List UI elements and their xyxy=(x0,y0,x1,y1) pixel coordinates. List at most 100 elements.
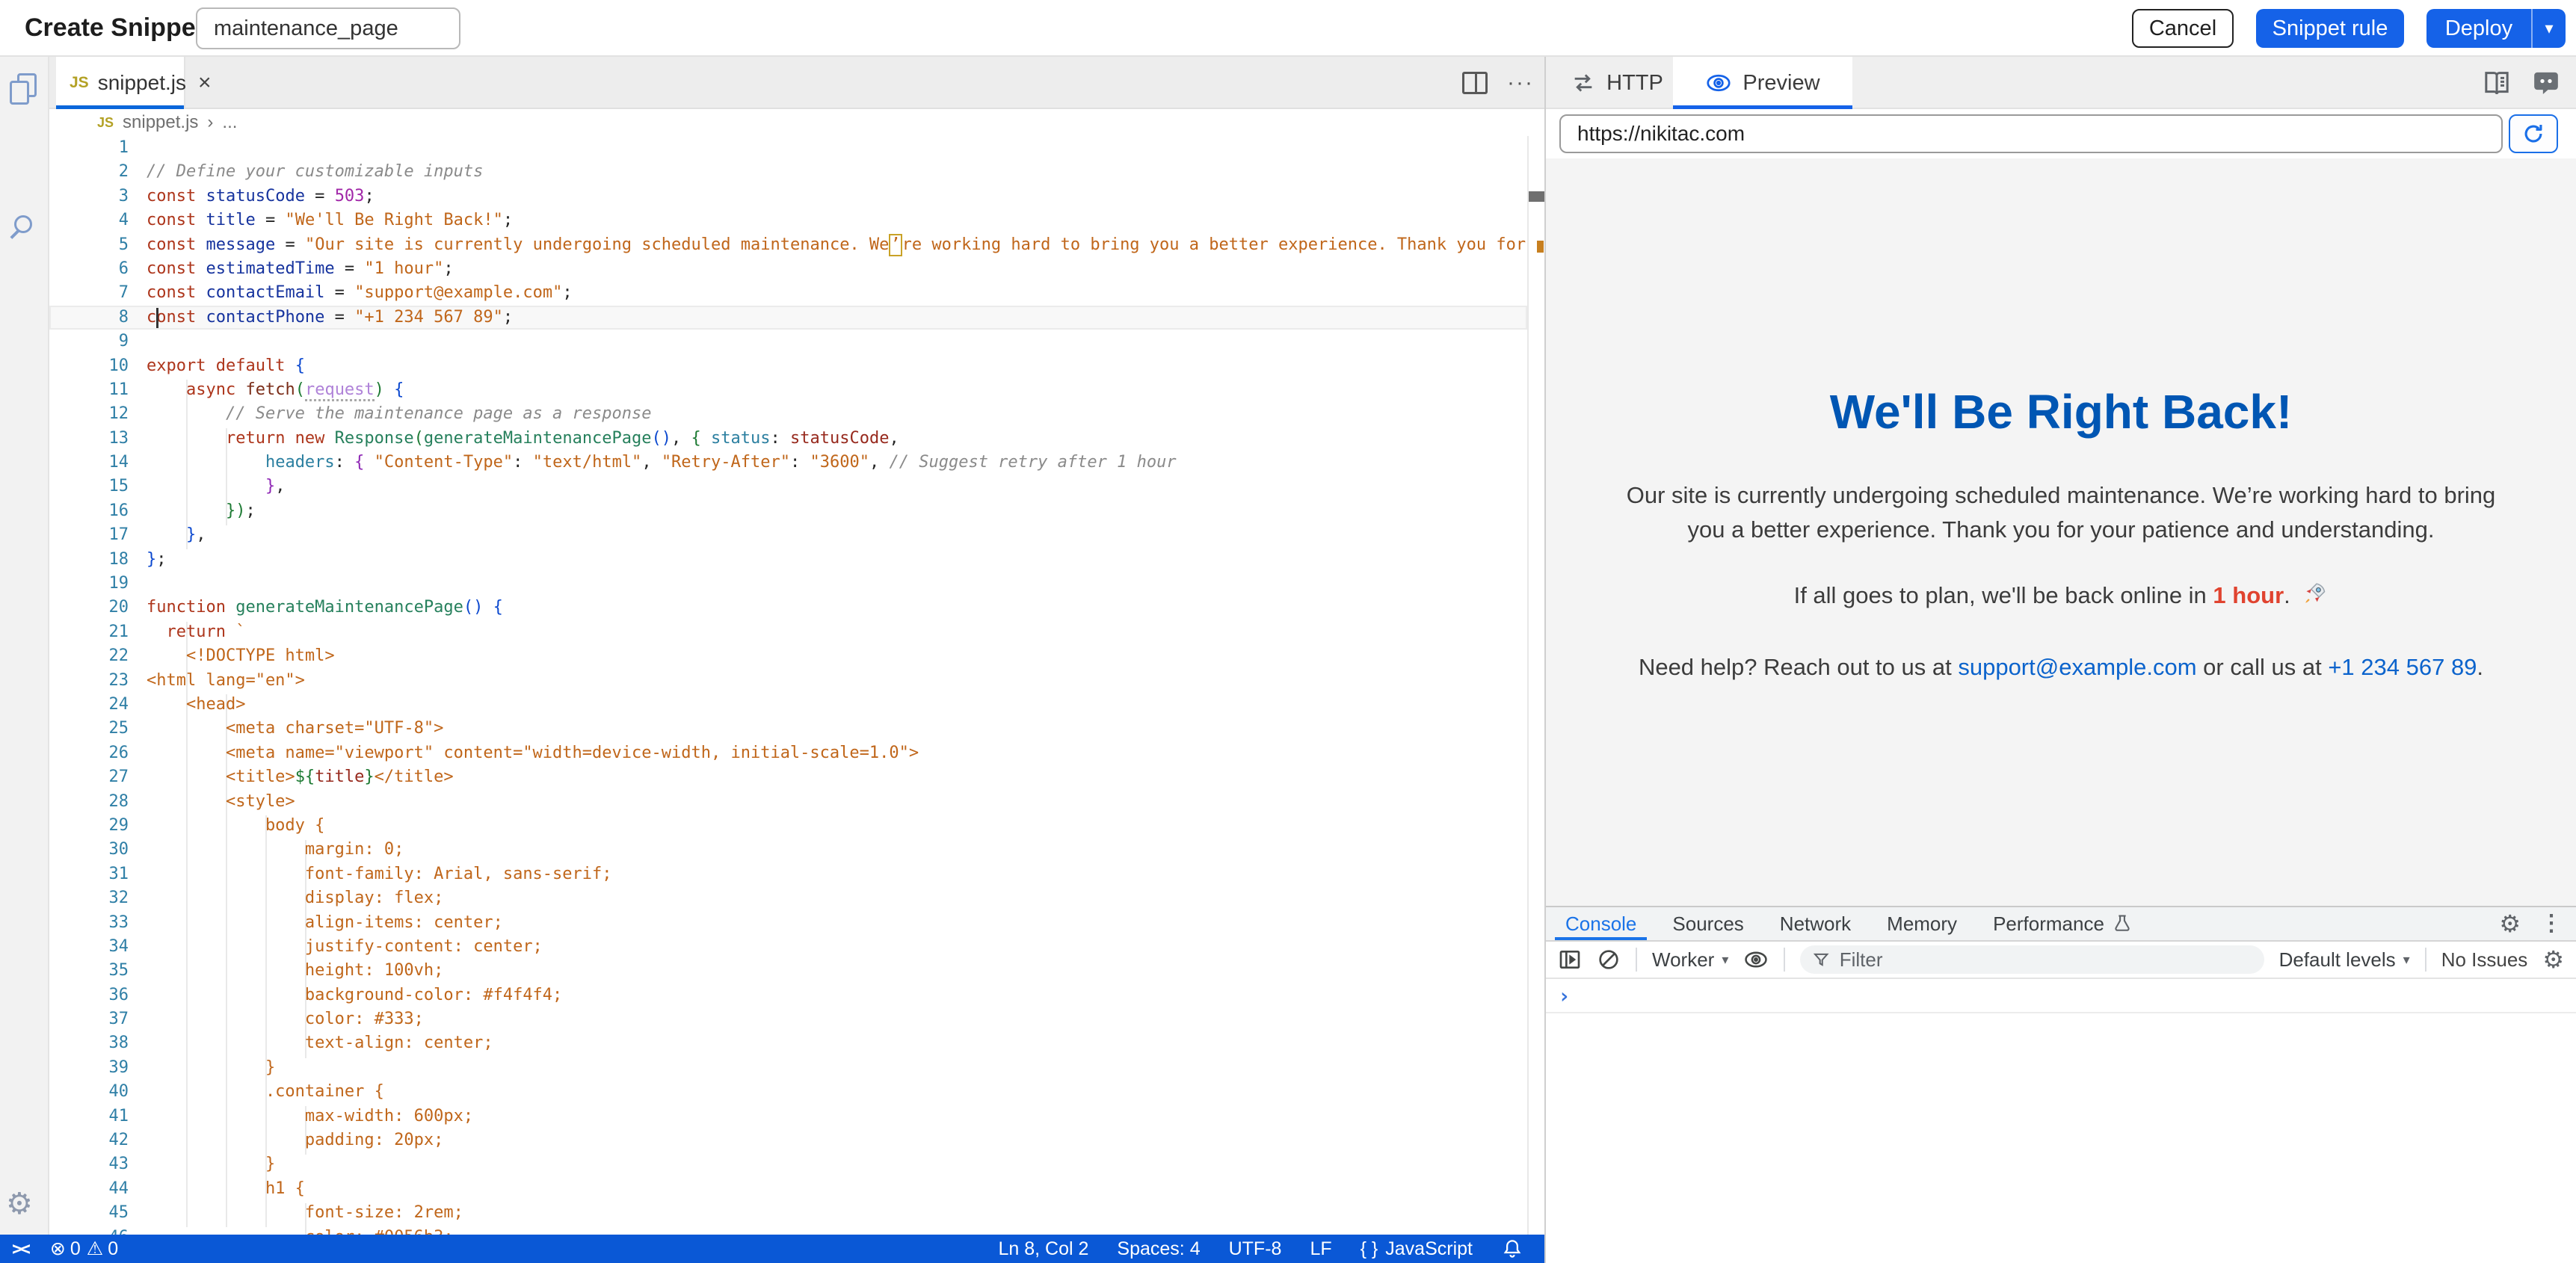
code-line[interactable]: 39 } xyxy=(49,1056,1527,1080)
more-actions-icon[interactable]: ··· xyxy=(1507,70,1534,96)
code-line[interactable]: 28 <style> xyxy=(49,790,1527,814)
code-line[interactable]: 42 padding: 20px; xyxy=(49,1128,1527,1152)
code-line[interactable]: 29 body { xyxy=(49,814,1527,838)
code-line[interactable]: 36 background-color: #f4f4f4; xyxy=(49,983,1527,1007)
notifications-bell-icon[interactable] xyxy=(1501,1238,1523,1260)
editor-scrollbar[interactable] xyxy=(1527,136,1544,1235)
code-line[interactable]: 24 <head> xyxy=(49,693,1527,717)
code-line[interactable]: 31 font-family: Arial, sans-serif; xyxy=(49,862,1527,886)
discord-chat-icon[interactable] xyxy=(2531,68,2561,98)
code-line[interactable]: 20function generateMaintenancePage() { xyxy=(49,596,1527,620)
split-editor-icon[interactable] xyxy=(1462,72,1488,94)
tab-http[interactable]: HTTP xyxy=(1561,57,1673,109)
devtools-settings-gear-icon[interactable]: ⚙ xyxy=(2499,912,2521,936)
code-line[interactable]: 17 }, xyxy=(49,523,1527,547)
code-line[interactable]: 11 async fetch(request) { xyxy=(49,378,1527,402)
close-tab-icon[interactable]: × xyxy=(198,72,212,94)
language-mode[interactable]: { } JavaScript xyxy=(1361,1238,1473,1260)
deploy-button[interactable]: Deploy xyxy=(2426,16,2531,41)
cursor-position[interactable]: Ln 8, Col 2 xyxy=(999,1238,1089,1260)
code-line[interactable]: 1 xyxy=(49,136,1527,160)
code-line[interactable]: 9 xyxy=(49,330,1527,353)
code-line[interactable]: 45 font-size: 2rem; xyxy=(49,1201,1527,1225)
code-line[interactable]: 35 height: 100vh; xyxy=(49,959,1527,983)
devtools-tab-sources[interactable]: Sources xyxy=(1654,907,1761,940)
console-filter[interactable] xyxy=(1800,945,2264,974)
encoding-setting[interactable]: UTF-8 xyxy=(1229,1238,1282,1260)
code-line[interactable]: 4const title = "We'll Be Right Back!"; xyxy=(49,209,1527,232)
console-prompt-chevron[interactable]: › xyxy=(1558,983,1571,1008)
code-line[interactable]: 12 // Serve the maintenance page as a re… xyxy=(49,402,1527,426)
code-editor[interactable]: 12// Define your customizable inputs3con… xyxy=(49,136,1527,1235)
problems-indicator[interactable]: ⊗0 ⚠0 xyxy=(50,1238,118,1260)
code-line[interactable]: 23<html lang="en"> xyxy=(49,669,1527,693)
console-settings-gear-icon[interactable]: ⚙ xyxy=(2542,948,2564,972)
breadcrumb[interactable]: JS snippet.js › ... xyxy=(49,109,1544,136)
settings-gear-icon[interactable]: ⚙ xyxy=(6,1187,33,1221)
deploy-split-button[interactable]: Deploy ▾ xyxy=(2426,9,2566,48)
code-line[interactable]: 37 color: #333; xyxy=(49,1007,1527,1031)
execution-context-selector[interactable]: Worker▾ xyxy=(1652,948,1728,972)
preview-url-bar xyxy=(1546,109,2576,158)
log-levels-dropdown[interactable]: Default levels▾ xyxy=(2279,948,2410,972)
issues-counter[interactable]: No Issues xyxy=(2441,948,2528,972)
code-line[interactable]: 8const contactPhone = "+1 234 567 89"; xyxy=(49,306,1527,330)
live-expression-eye-icon[interactable] xyxy=(1743,947,1769,972)
code-line[interactable]: 38 text-align: center; xyxy=(49,1031,1527,1055)
code-line[interactable]: 40 .container { xyxy=(49,1080,1527,1104)
code-line[interactable]: 13 return new Response(generateMaintenan… xyxy=(49,427,1527,451)
code-line[interactable]: 5const message = "Our site is currently … xyxy=(49,233,1527,257)
filter-input[interactable] xyxy=(1840,948,2252,972)
code-line[interactable]: 10export default { xyxy=(49,354,1527,378)
code-line[interactable]: 34 justify-content: center; xyxy=(49,935,1527,959)
code-line[interactable]: 21 return ` xyxy=(49,620,1527,644)
breadcrumb-more[interactable]: ... xyxy=(222,112,237,133)
tab-preview[interactable]: Preview xyxy=(1673,57,1852,109)
code-line[interactable]: 43 } xyxy=(49,1152,1527,1176)
code-line[interactable]: 46 color: #0056b3; xyxy=(49,1226,1527,1235)
code-line[interactable]: 22 <!DOCTYPE html> xyxy=(49,644,1527,668)
support-email-link[interactable]: support@example.com xyxy=(1958,654,2196,680)
docs-book-icon[interactable] xyxy=(2482,68,2512,98)
deploy-dropdown-button[interactable]: ▾ xyxy=(2531,9,2566,48)
code-line[interactable]: 32 display: flex; xyxy=(49,886,1527,910)
code-line[interactable]: 19 xyxy=(49,572,1527,596)
console-prompt-row[interactable]: › xyxy=(1546,979,2576,1013)
snippet-name-input[interactable] xyxy=(196,7,460,49)
refresh-button[interactable] xyxy=(2509,114,2558,153)
code-line[interactable]: 16 }); xyxy=(49,499,1527,523)
tab-snippet-js[interactable]: JS snippet.js × xyxy=(56,57,185,109)
code-line[interactable]: 44 h1 { xyxy=(49,1177,1527,1201)
eol-setting[interactable]: LF xyxy=(1310,1238,1331,1260)
console-sidebar-toggle-icon[interactable] xyxy=(1558,948,1582,972)
code-line[interactable]: 27 <title>${title}</title> xyxy=(49,765,1527,789)
code-line[interactable]: 15 }, xyxy=(49,475,1527,498)
code-line[interactable]: 41 max-width: 600px; xyxy=(49,1105,1527,1128)
url-input[interactable] xyxy=(1559,114,2503,153)
code-line[interactable]: 30 margin: 0; xyxy=(49,838,1527,862)
code-line[interactable]: 6const estimatedTime = "1 hour"; xyxy=(49,257,1527,281)
files-icon[interactable] xyxy=(10,73,40,106)
code-line[interactable]: 2// Define your customizable inputs xyxy=(49,160,1527,184)
code-line[interactable]: 25 <meta charset="UTF-8"> xyxy=(49,717,1527,741)
phone-link[interactable]: +1 234 567 89 xyxy=(2328,654,2477,680)
breadcrumb-file[interactable]: snippet.js xyxy=(123,112,198,133)
scrollbar-thumb[interactable] xyxy=(1529,191,1544,202)
devtools-tab-console[interactable]: Console xyxy=(1547,907,1654,940)
code-line[interactable]: 26 <meta name="viewport" content="width=… xyxy=(49,741,1527,765)
code-line[interactable]: 3const statusCode = 503; xyxy=(49,185,1527,209)
clear-console-icon[interactable] xyxy=(1597,948,1621,972)
remote-indicator-icon[interactable]: >< xyxy=(12,1238,28,1259)
code-line[interactable]: 18}; xyxy=(49,548,1527,572)
devtools-tab-network[interactable]: Network xyxy=(1762,907,1869,940)
code-line[interactable]: 33 align-items: center; xyxy=(49,911,1527,935)
devtools-tab-memory[interactable]: Memory xyxy=(1869,907,1975,940)
search-icon[interactable] xyxy=(10,214,40,247)
devtools-tab-performance[interactable]: Performance xyxy=(1975,907,2151,940)
code-line[interactable]: 14 headers: { "Content-Type": "text/html… xyxy=(49,451,1527,475)
indentation-setting[interactable]: Spaces: 4 xyxy=(1117,1238,1200,1260)
snippet-rule-button[interactable]: Snippet rule xyxy=(2256,9,2404,48)
code-line[interactable]: 7const contactEmail = "support@example.c… xyxy=(49,281,1527,305)
devtools-kebab-menu-icon[interactable]: ⋮ xyxy=(2540,912,2563,935)
cancel-button[interactable]: Cancel xyxy=(2132,9,2234,48)
